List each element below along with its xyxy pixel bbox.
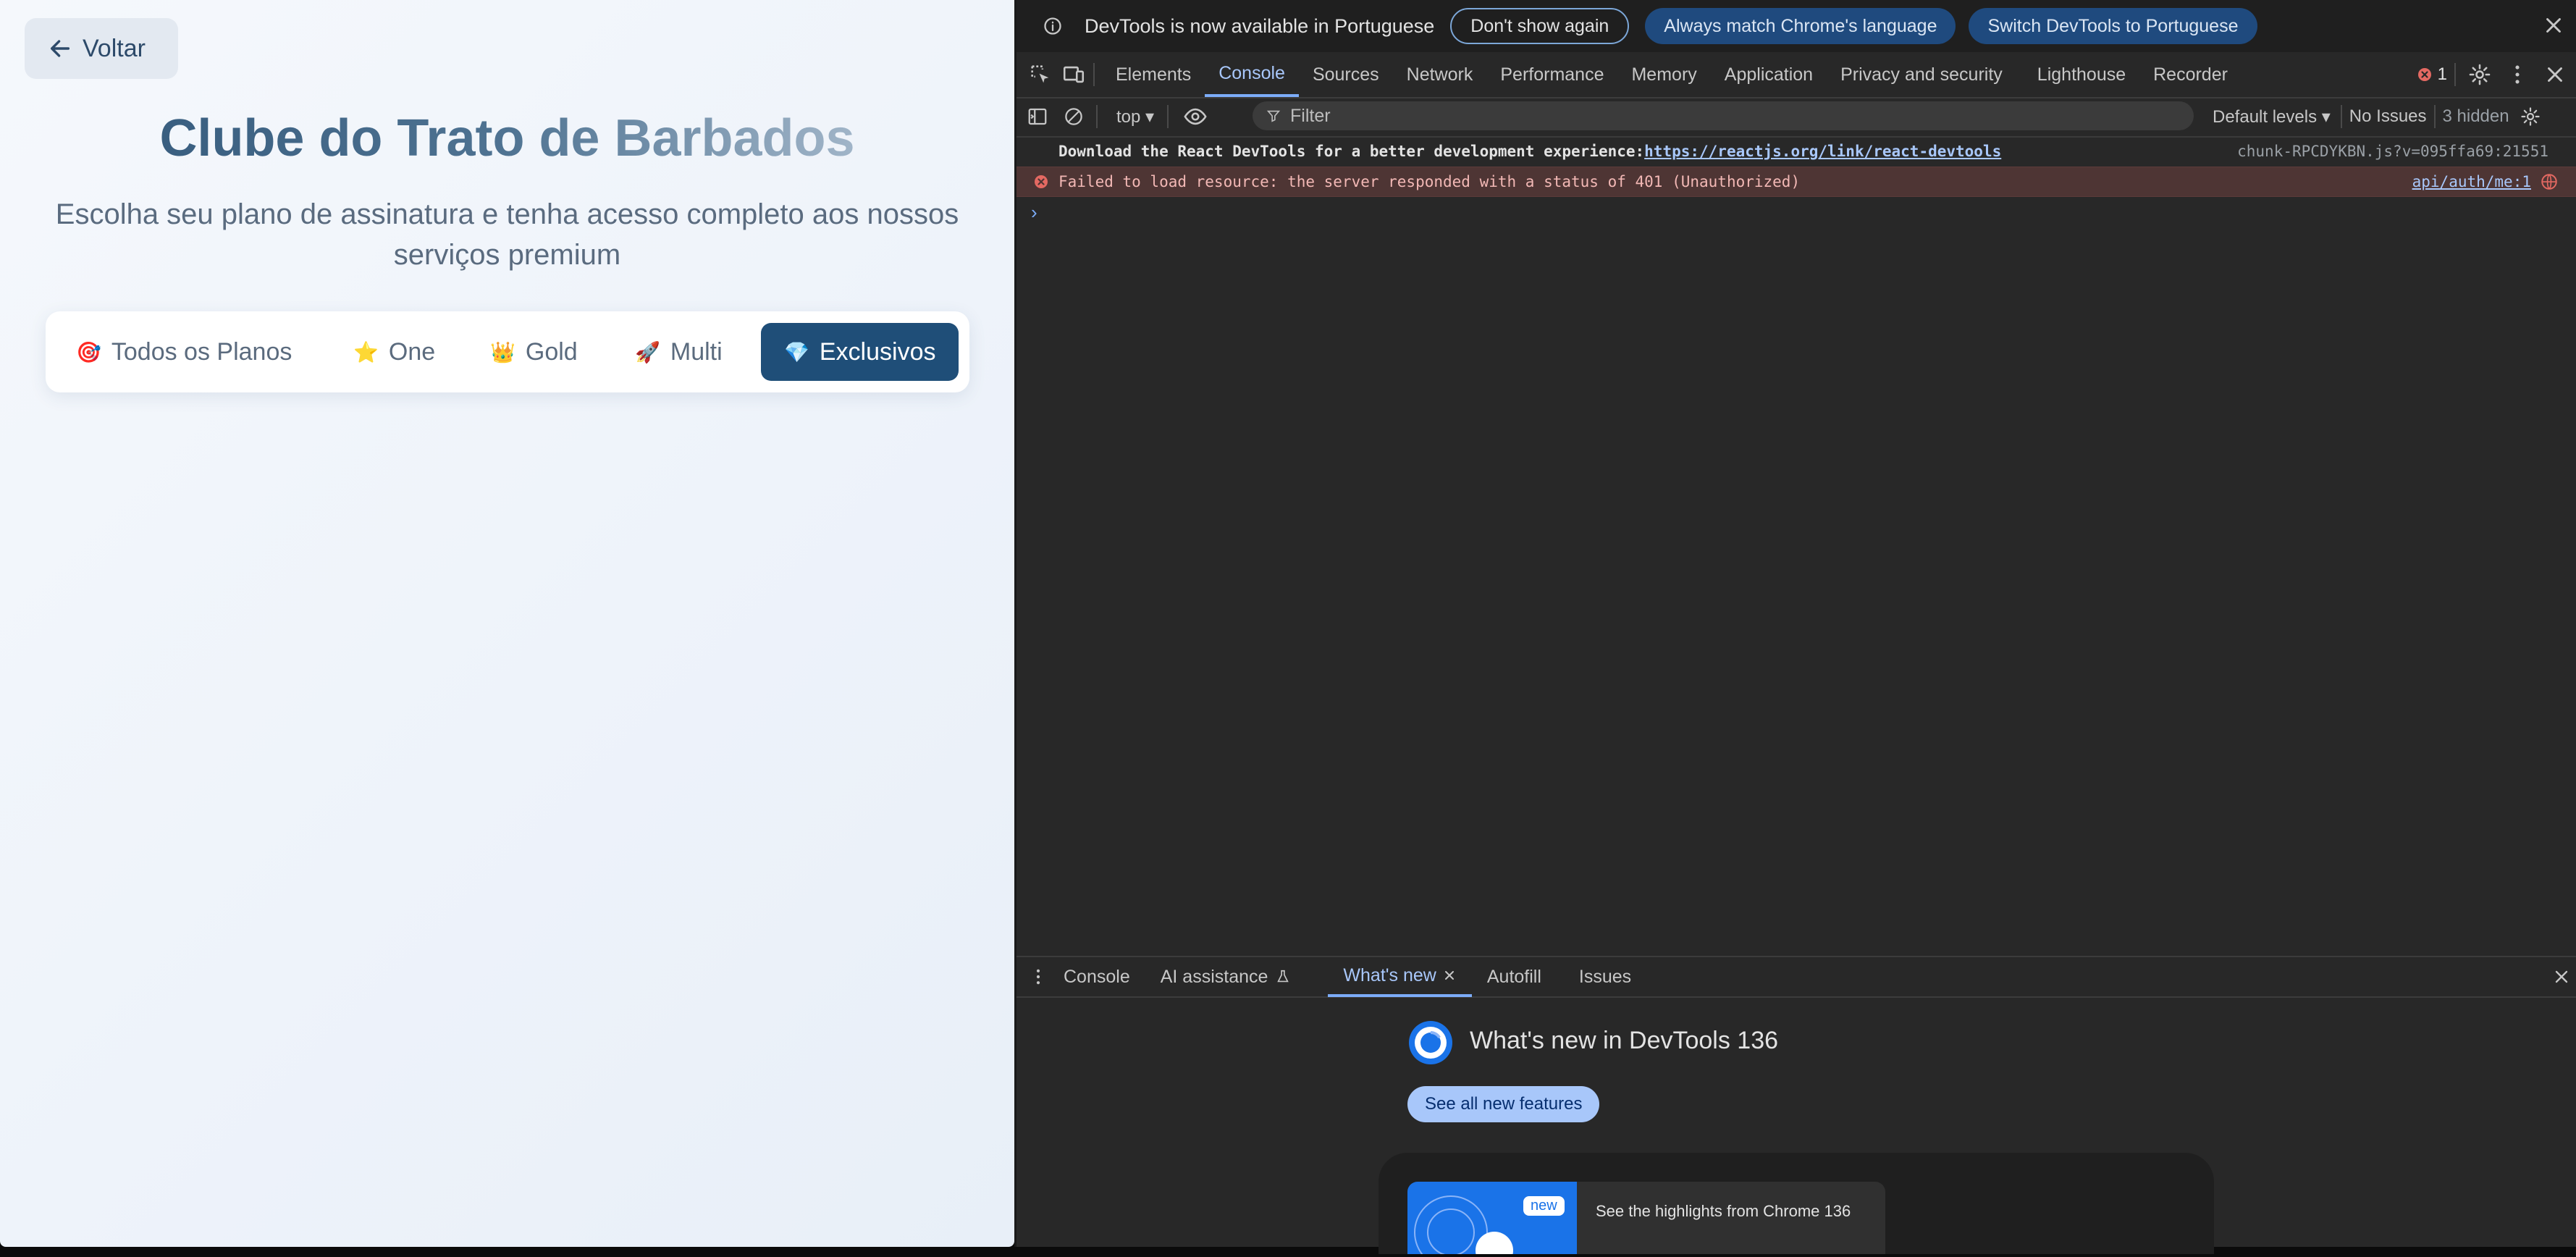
back-button[interactable]: Voltar: [25, 18, 178, 79]
tab-label: Todos os Planos: [111, 337, 292, 366]
tab-privacy-security[interactable]: Privacy and security: [1827, 52, 2016, 97]
divider: [2340, 105, 2342, 128]
page-subtitle: Escolha seu plano de assinatura e tenha …: [55, 198, 959, 271]
log-levels-dropdown[interactable]: Default levels ▾: [2213, 106, 2331, 127]
drawer-tabs: Console AI assistance What's new Autofil…: [1016, 956, 2576, 998]
new-badge: new: [1523, 1196, 1565, 1216]
gem-icon: 💎: [784, 340, 809, 363]
page-title: Clube do Trato de Barbados: [0, 109, 1014, 168]
language-infobar: DevTools is now available in Portuguese …: [1016, 0, 2576, 52]
tab-application[interactable]: Application: [1711, 52, 1827, 97]
error-count: 1: [2437, 64, 2447, 84]
highlight-video-link[interactable]: new See the highlights from Chrome 136: [1407, 1182, 1885, 1254]
console-settings-gear-icon[interactable]: [2520, 106, 2541, 127]
target-icon: 🎯: [76, 340, 101, 363]
drawer-tab-ai-assistance[interactable]: AI assistance: [1145, 957, 1307, 997]
error-count-badge[interactable]: 1: [2416, 64, 2447, 85]
settings-gear-icon[interactable]: [2467, 62, 2492, 87]
filter-placeholder: Filter: [1290, 105, 1331, 126]
console-filter-input[interactable]: Filter: [1253, 101, 2194, 130]
tab-label: One: [388, 337, 436, 366]
error-text: Failed to load resource: the server resp…: [1058, 173, 1801, 190]
live-expression-eye-icon[interactable]: [1183, 104, 1208, 129]
tab-elements[interactable]: Elements: [1102, 52, 1205, 97]
error-circle-icon: [1035, 175, 1048, 188]
network-globe-icon[interactable]: [2540, 172, 2559, 191]
divider: [1096, 105, 1098, 128]
divider: [1093, 63, 1095, 86]
tab-performance[interactable]: Performance: [1486, 52, 1617, 97]
close-icon[interactable]: [2541, 13, 2566, 38]
close-drawer-icon[interactable]: [2551, 967, 2572, 987]
star-icon: ⭐: [353, 340, 379, 363]
log-text: Download the React DevTools for a better…: [1058, 143, 1645, 160]
tab-one[interactable]: ⭐ One: [353, 323, 435, 381]
web-page: Voltar Clube do Trato de Barbados Escolh…: [0, 0, 1014, 1247]
react-devtools-link[interactable]: https://reactjs.org/link/react-devtools: [1644, 143, 2001, 160]
tab-memory[interactable]: Memory: [1617, 52, 1710, 97]
console-error-message: Failed to load resource: the server resp…: [1016, 167, 2576, 197]
sidebar-toggle-icon[interactable]: [1027, 106, 1048, 127]
filter-funnel-icon: [1266, 110, 1281, 122]
error-source-link[interactable]: api/auth/me:1: [2412, 173, 2531, 190]
drawer-tab-whats-new[interactable]: What's new: [1328, 957, 1472, 997]
log-source-link[interactable]: chunk-RPCDYKBN.js?v=095ffa69:21551: [2237, 143, 2548, 160]
divider: [2454, 63, 2456, 86]
arrow-left-icon: [50, 40, 70, 57]
close-devtools-icon[interactable]: [2543, 62, 2567, 87]
tab-network[interactable]: Network: [1393, 52, 1487, 97]
plan-filter-tabs: 🎯 Todos os Planos ⭐ One 👑 Gold 🚀 Multi 💎…: [46, 311, 969, 392]
context-selector[interactable]: top ▾: [1116, 106, 1154, 127]
inspect-element-icon[interactable]: [1028, 62, 1053, 87]
tab-console[interactable]: Console: [1205, 52, 1299, 97]
flask-icon: [1277, 970, 1289, 983]
tab-recorder[interactable]: Recorder: [2139, 52, 2242, 97]
whats-new-tab-label: What's new: [1343, 964, 1436, 985]
console-log-message: Download the React DevTools for a better…: [1016, 136, 2576, 167]
tab-todos-os-planos[interactable]: 🎯 Todos os Planos: [76, 323, 292, 381]
whats-new-panel: What's new in DevTools 136 See all new f…: [1016, 998, 2576, 1254]
whats-new-title: What's new in DevTools 136: [1470, 1027, 1779, 1054]
see-all-features-button[interactable]: See all new features: [1407, 1086, 1600, 1122]
more-vertical-icon[interactable]: [2505, 62, 2530, 87]
rocket-icon: 🚀: [635, 340, 660, 363]
devtools-panel: DevTools is now available in Portuguese …: [1014, 0, 2576, 1254]
device-toolbar-icon[interactable]: [1061, 62, 1086, 87]
tab-label: Gold: [525, 337, 578, 366]
ai-tab-label: AI assistance: [1160, 966, 1268, 987]
divider: [1167, 105, 1169, 128]
console-toolbar: top ▾ Filter Default levels ▾ No Issues …: [1016, 97, 2576, 138]
dont-show-again-button[interactable]: Don't show again: [1450, 8, 1630, 44]
devtools-logo-icon: [1409, 1021, 1452, 1064]
tab-multi[interactable]: 🚀 Multi: [635, 323, 723, 381]
info-icon: [1044, 17, 1061, 35]
crown-icon: 👑: [490, 340, 515, 363]
tab-exclusivos[interactable]: 💎 Exclusivos: [761, 323, 959, 381]
match-language-button[interactable]: Always match Chrome's language: [1645, 8, 1956, 44]
drawer-tab-issues[interactable]: Issues: [1564, 957, 1646, 997]
console-prompt-chevron-icon[interactable]: ›: [1031, 201, 1037, 224]
drawer-menu-icon[interactable]: [1028, 967, 1048, 987]
hidden-count: 3 hidden: [2442, 106, 2509, 126]
video-thumbnail: new: [1407, 1182, 1577, 1254]
back-button-label: Voltar: [83, 34, 146, 62]
drawer-tab-console[interactable]: Console: [1048, 957, 1145, 997]
issues-button[interactable]: No Issues: [2349, 106, 2427, 127]
tab-lighthouse[interactable]: Lighthouse: [2024, 52, 2139, 97]
clear-console-icon[interactable]: [1063, 106, 1085, 127]
highlight-text: See the highlights from Chrome 136: [1596, 1202, 1851, 1220]
tab-gold[interactable]: 👑 Gold: [490, 323, 578, 381]
error-circle-icon: [2417, 68, 2431, 81]
close-tab-icon[interactable]: [1442, 968, 1457, 983]
tab-sources[interactable]: Sources: [1299, 52, 1393, 97]
tab-label: Multi: [670, 337, 723, 366]
switch-language-button[interactable]: Switch DevTools to Portuguese: [1969, 8, 2257, 44]
drawer-tab-autofill[interactable]: Autofill: [1472, 957, 1557, 997]
highlights-card: new See the highlights from Chrome 136: [1379, 1153, 2214, 1254]
divider: [2433, 105, 2436, 128]
infobar-message: DevTools is now available in Portuguese: [1085, 14, 1435, 37]
chrome-graphic-icon: [1414, 1195, 1513, 1254]
devtools-main-tabs: Elements Console Sources Network Perform…: [1016, 52, 2576, 98]
tab-label: Exclusivos: [819, 337, 936, 366]
